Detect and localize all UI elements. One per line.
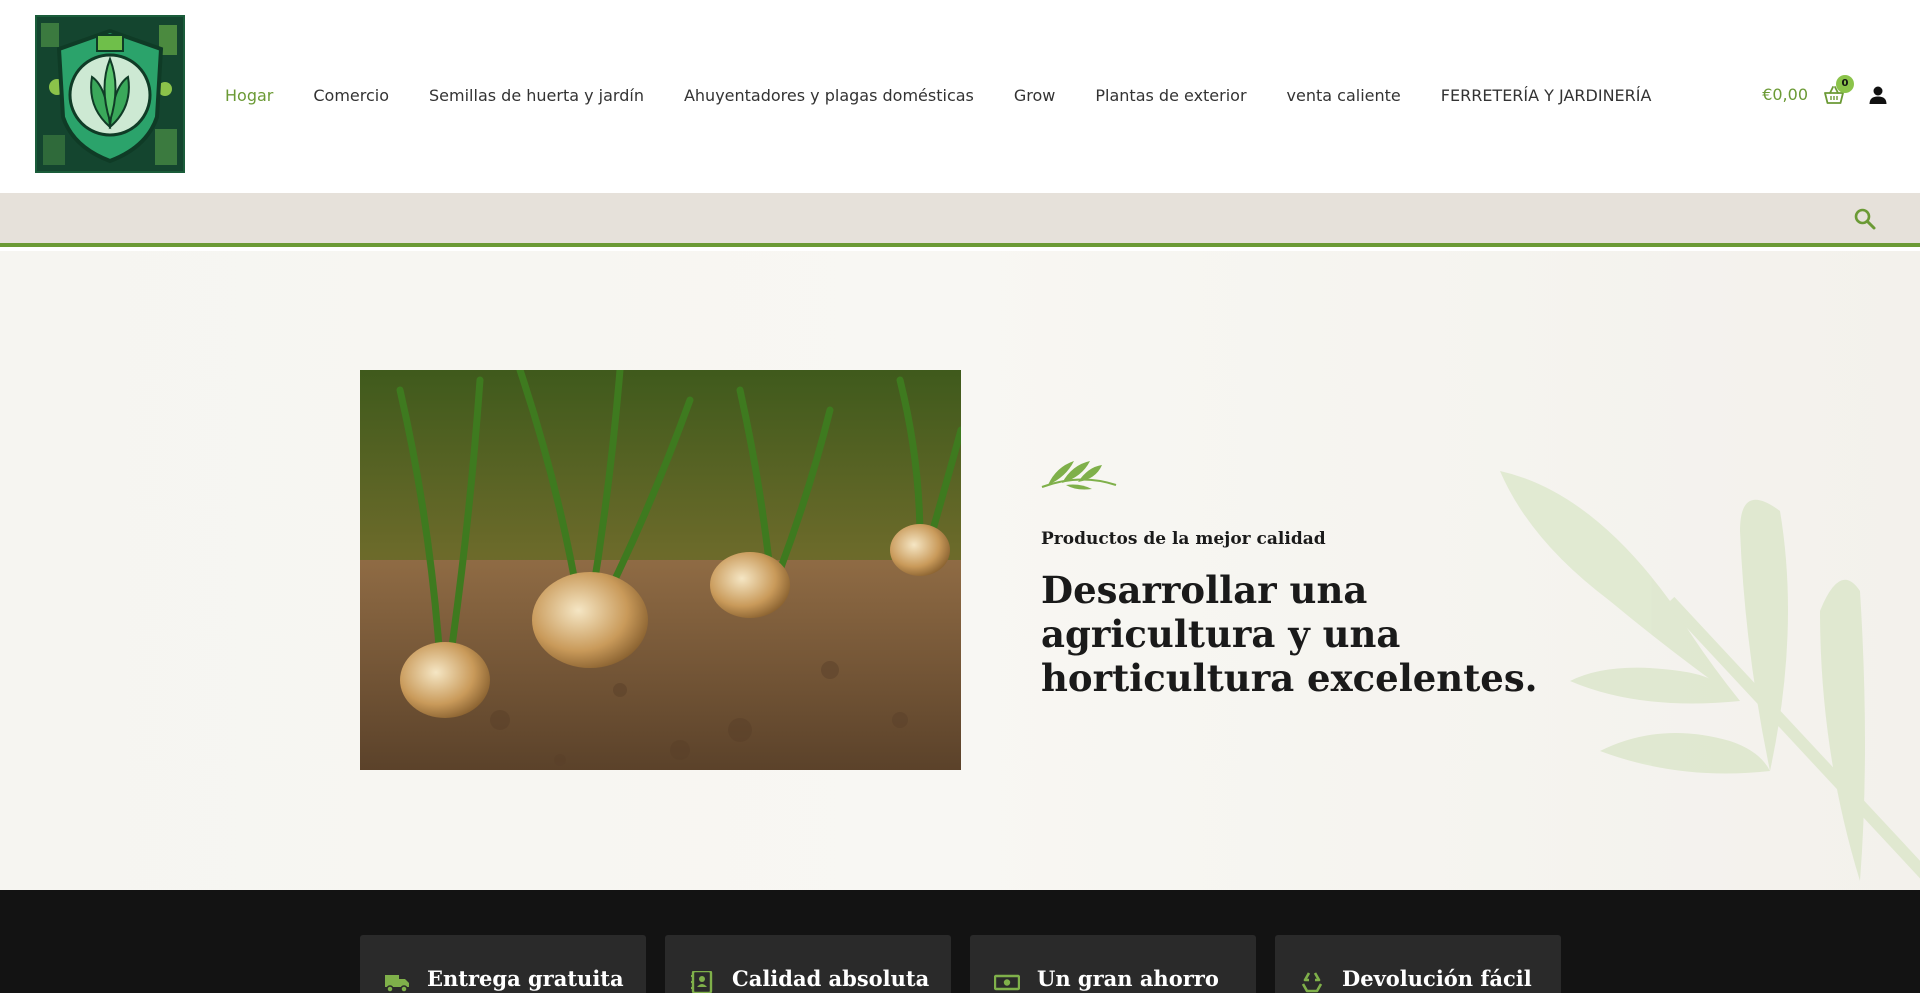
cart-count-badge: 0 [1836, 75, 1854, 93]
truck-icon [384, 971, 410, 993]
feature-card-devolucion: Devolución fácil [1275, 935, 1561, 993]
feature-card-ahorro: Un gran ahorro [970, 935, 1256, 993]
user-icon[interactable] [1868, 85, 1888, 105]
leaf-sprig-icon [1041, 461, 1117, 490]
recycle-icon [1299, 971, 1325, 993]
money-icon [993, 971, 1021, 993]
basket-icon[interactable]: 0 [1824, 75, 1854, 105]
feature-label: Calidad absoluta [732, 966, 930, 991]
cart-total[interactable]: €0,00 [1762, 82, 1808, 108]
feature-card-calidad: Calidad absoluta [665, 935, 951, 993]
search-bar [0, 193, 1920, 247]
feature-card-entrega: Entrega gratuita [360, 935, 646, 993]
feature-label: Un gran ahorro [1037, 966, 1219, 991]
nav-item-plantas-exterior[interactable]: Plantas de exterior [1095, 83, 1246, 109]
nav-item-hogar[interactable]: Hogar [225, 83, 273, 109]
features-band: Entrega gratuita Calidad absoluta Un gra… [0, 890, 1920, 993]
nav-item-venta-caliente[interactable]: venta caliente [1287, 83, 1401, 109]
main-nav: Hogar Comercio Semillas de huerta y jard… [225, 83, 1691, 109]
site-logo[interactable] [35, 15, 185, 173]
nav-item-comercio[interactable]: Comercio [313, 83, 389, 109]
search-icon[interactable] [1852, 206, 1878, 232]
hero-onion-image [360, 370, 961, 770]
contact-book-icon [689, 969, 715, 993]
cart-area: €0,00 0 [1762, 75, 1888, 108]
nav-item-ferreteria[interactable]: FERRETERÍA Y JARDINERÍA [1441, 83, 1652, 109]
nav-item-ahuyentadores[interactable]: Ahuyentadores y plagas domésticas [684, 83, 974, 109]
hero-section: Productos de la mejor calidad Desarrolla… [0, 251, 1920, 890]
site-header: Hogar Comercio Semillas de huerta y jard… [0, 0, 1920, 193]
nav-item-grow[interactable]: Grow [1014, 83, 1056, 109]
nav-item-semillas[interactable]: Semillas de huerta y jardín [429, 83, 644, 109]
hero-title: Desarrollar una agricultura y una hortic… [1041, 568, 1538, 700]
feature-label: Devolución fácil [1342, 966, 1532, 991]
hero-eyebrow: Productos de la mejor calidad [1041, 529, 1326, 549]
feature-label: Entrega gratuita [427, 966, 624, 991]
